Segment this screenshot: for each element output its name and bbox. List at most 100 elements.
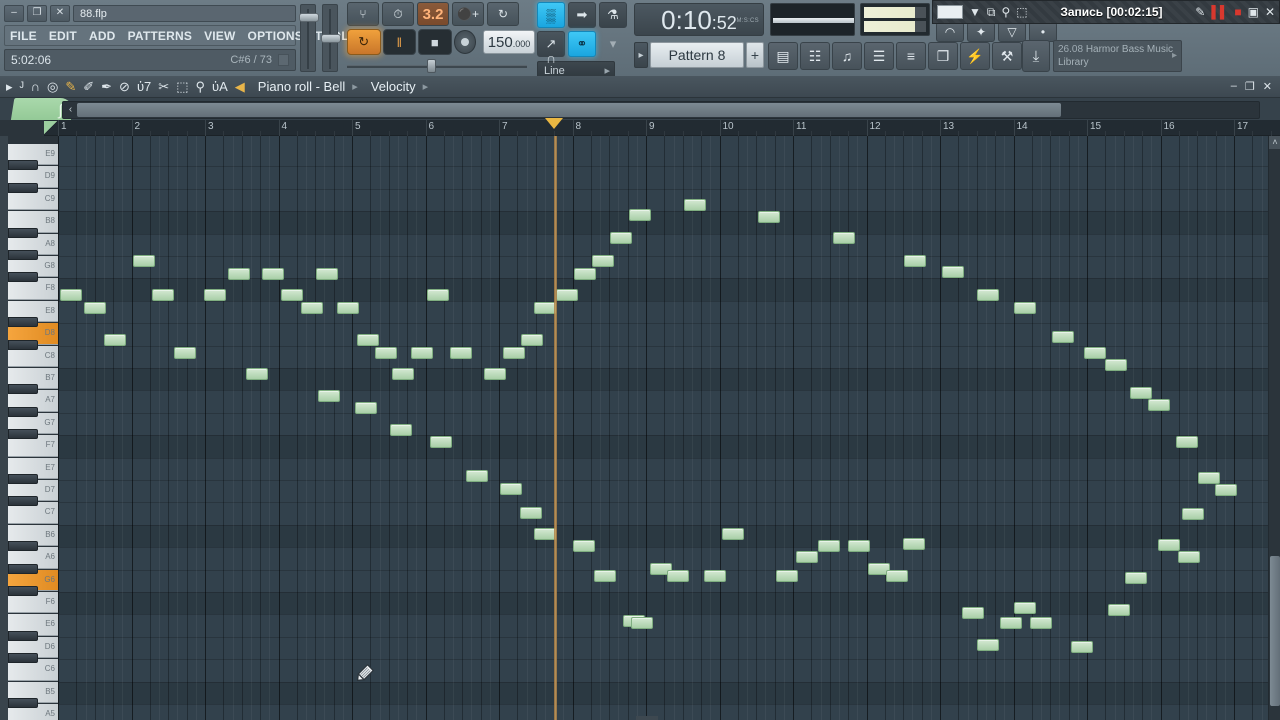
pattern-add-button[interactable]: +: [746, 42, 764, 68]
note-block[interactable]: [1030, 617, 1052, 629]
window-select-icon[interactable]: ⧉: [987, 5, 996, 20]
note-block[interactable]: [1108, 604, 1130, 616]
note-block[interactable]: [281, 289, 303, 301]
note-block[interactable]: [84, 302, 106, 314]
pr-minimize-button[interactable]: –: [1231, 80, 1237, 93]
note-block[interactable]: [667, 570, 689, 582]
note-block[interactable]: [228, 268, 250, 280]
pause-button[interactable]: ‖: [382, 29, 417, 55]
piano-black-key[interactable]: [8, 317, 38, 328]
master-pitch-knob[interactable]: [321, 34, 341, 43]
metronome-icon[interactable]: ⚗: [599, 2, 627, 28]
note-block[interactable]: [573, 540, 595, 552]
target-icon[interactable]: ◎: [47, 79, 58, 95]
piano-black-key[interactable]: [8, 496, 38, 507]
tempo-readout[interactable]: 150.000: [482, 30, 535, 54]
project-picker-icon[interactable]: ❐: [928, 42, 958, 70]
piano-black-key[interactable]: [8, 586, 38, 596]
step-edit-icon[interactable]: ➡: [568, 2, 596, 28]
pause-recording-icon[interactable]: ▌▌: [1211, 5, 1228, 19]
note-block[interactable]: [629, 209, 651, 221]
piano-black-key[interactable]: [8, 429, 38, 440]
note-block[interactable]: [503, 347, 525, 359]
note-block[interactable]: [357, 334, 379, 346]
chevron-down-icon[interactable]: ▼: [969, 5, 981, 19]
note-block[interactable]: [631, 617, 653, 629]
note-block[interactable]: [174, 347, 196, 359]
note-block[interactable]: [903, 538, 925, 550]
note-block[interactable]: [942, 266, 964, 278]
piano-roll-icon[interactable]: ♫: [832, 42, 862, 70]
note-block[interactable]: [133, 255, 155, 267]
paint-icon[interactable]: ✐: [83, 79, 94, 95]
note-block[interactable]: [610, 232, 632, 244]
note-block[interactable]: [355, 402, 377, 414]
wrench-icon[interactable]: ᴶ: [20, 79, 24, 94]
note-block[interactable]: [574, 268, 596, 280]
filter-icon[interactable]: ▽: [998, 22, 1026, 42]
note-block[interactable]: [337, 302, 359, 314]
note-block[interactable]: [1014, 602, 1036, 614]
vertical-scrollbar[interactable]: ˄: [1268, 136, 1280, 720]
note-block[interactable]: [411, 347, 433, 359]
piano-black-key[interactable]: [8, 541, 38, 552]
vertical-scroll-thumb[interactable]: [1270, 556, 1280, 706]
note-block[interactable]: [904, 255, 926, 267]
scatter-icon[interactable]: ✦: [967, 22, 995, 42]
magnifier-icon[interactable]: ⚲: [1001, 5, 1010, 19]
note-block[interactable]: [1105, 359, 1127, 371]
headphone-icon[interactable]: ∩: [546, 50, 556, 66]
note-block[interactable]: [796, 551, 818, 563]
note-block[interactable]: [758, 211, 780, 223]
note-block[interactable]: [1125, 572, 1147, 584]
menu-item-view[interactable]: VIEW: [202, 29, 237, 43]
note-block[interactable]: [430, 436, 452, 448]
piano-black-key[interactable]: [8, 384, 38, 395]
mute-icon[interactable]: ὐ7: [137, 79, 151, 94]
time-readout[interactable]: 0:10:52 M:S:CS: [634, 3, 764, 36]
resize-grip[interactable]: [636, 716, 658, 720]
note-block[interactable]: [722, 528, 744, 540]
menu-item-patterns[interactable]: PATTERNS: [126, 29, 195, 43]
pattern-prev-button[interactable]: ▸: [634, 42, 648, 68]
timeline-ruler[interactable]: 1 2 3 4 5 6 7 8 9 10 11 12 13 14 15 16 17: [0, 120, 1280, 136]
note-block[interactable]: [484, 368, 506, 380]
scroll-left-arrow[interactable]: ‹: [64, 103, 77, 117]
slice-icon[interactable]: ✂: [158, 79, 169, 95]
menu-item-add[interactable]: ADD: [87, 29, 118, 43]
browser-icon[interactable]: ☰: [864, 42, 894, 70]
note-grid[interactable]: [58, 136, 1268, 720]
piano-black-key[interactable]: [8, 630, 38, 641]
tempo-tap-icon[interactable]: ⚒: [992, 42, 1022, 70]
expand-arrow-icon[interactable]: ▸: [6, 79, 13, 95]
note-block[interactable]: [1182, 508, 1204, 520]
minimize-button[interactable]: –: [4, 4, 24, 22]
recorder-color-swatch[interactable]: [937, 5, 963, 19]
note-block[interactable]: [301, 302, 323, 314]
piano-black-key[interactable]: [8, 698, 38, 708]
note-block[interactable]: [427, 289, 449, 301]
record-button[interactable]: [453, 30, 476, 54]
note-block[interactable]: [977, 639, 999, 651]
note-block[interactable]: [1178, 551, 1200, 563]
pattern-mode-icon[interactable]: ⑂: [347, 2, 379, 26]
piano-keyboard[interactable]: E9 D9 C9 B8 A8 G8 F8 E8 D8 C8 B7 A7 G7 F7 E7 D7 C7 B6 A6 G6…: [0, 136, 58, 720]
restore-button[interactable]: ❐: [27, 4, 47, 22]
play-loop-button[interactable]: ↻: [347, 29, 381, 55]
master-volume-knob[interactable]: [299, 13, 319, 22]
recorder-close-icon[interactable]: ✕: [1265, 5, 1275, 19]
beat-counter[interactable]: 3.2: [417, 2, 449, 26]
loop-mode-icon[interactable]: ↻: [487, 2, 519, 26]
note-block[interactable]: [520, 507, 542, 519]
project-title[interactable]: 88.flp: [73, 4, 296, 22]
note-block[interactable]: [534, 302, 556, 314]
note-block[interactable]: [450, 347, 472, 359]
piano-black-key[interactable]: [8, 474, 38, 484]
slider-thumb[interactable]: [427, 59, 436, 73]
note-block[interactable]: [316, 268, 338, 280]
note-block[interactable]: [886, 570, 908, 582]
pen-icon[interactable]: ✎: [1195, 5, 1205, 19]
zoom-icon[interactable]: ⚲: [195, 79, 205, 95]
note-block[interactable]: [592, 255, 614, 267]
playback-icon[interactable]: ὐA: [212, 79, 228, 94]
